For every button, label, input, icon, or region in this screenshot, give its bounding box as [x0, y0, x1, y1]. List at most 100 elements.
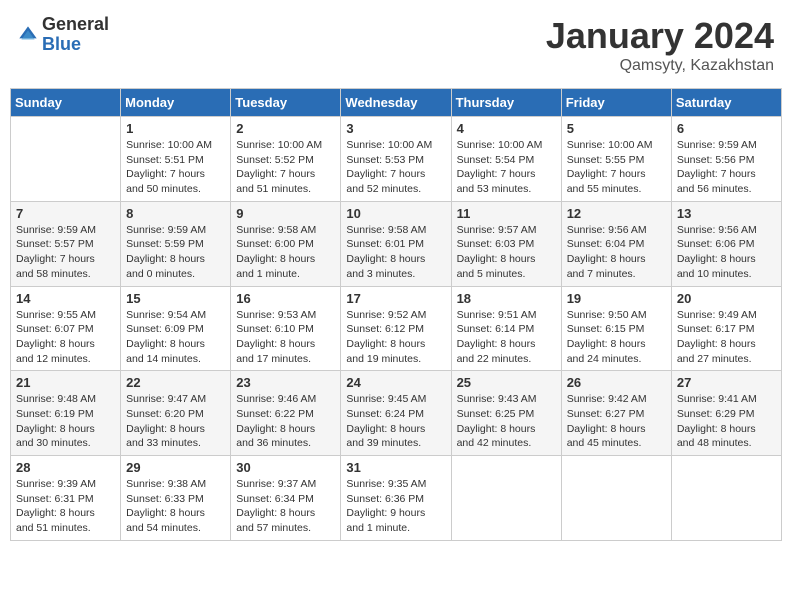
calendar-cell: 5 Sunrise: 10:00 AM Sunset: 5:55 PM Dayli… — [561, 117, 671, 202]
weekday-header: Monday — [121, 89, 231, 117]
day-info: Sunrise: 9:58 AM Sunset: 6:01 PM Dayligh… — [346, 223, 445, 282]
day-info: Sunrise: 9:41 AM Sunset: 6:29 PM Dayligh… — [677, 392, 776, 451]
calendar-cell: 18 Sunrise: 9:51 AM Sunset: 6:14 PM Dayli… — [451, 286, 561, 371]
day-info: Sunrise: 9:42 AM Sunset: 6:27 PM Dayligh… — [567, 392, 666, 451]
day-info: Sunrise: 9:47 AM Sunset: 6:20 PM Dayligh… — [126, 392, 225, 451]
calendar-week-row: 21 Sunrise: 9:48 AM Sunset: 6:19 PM Dayli… — [11, 371, 782, 456]
day-info: Sunrise: 9:35 AM Sunset: 6:36 PM Dayligh… — [346, 477, 445, 536]
day-number: 29 — [126, 460, 225, 475]
calendar-cell: 16 Sunrise: 9:53 AM Sunset: 6:10 PM Dayli… — [231, 286, 341, 371]
day-info: Sunrise: 9:43 AM Sunset: 6:25 PM Dayligh… — [457, 392, 556, 451]
calendar-cell: 27 Sunrise: 9:41 AM Sunset: 6:29 PM Dayli… — [671, 371, 781, 456]
day-number: 27 — [677, 375, 776, 390]
calendar-cell: 25 Sunrise: 9:43 AM Sunset: 6:25 PM Dayli… — [451, 371, 561, 456]
weekday-header: Thursday — [451, 89, 561, 117]
day-number: 17 — [346, 291, 445, 306]
calendar-cell: 3 Sunrise: 10:00 AM Sunset: 5:53 PM Dayli… — [341, 117, 451, 202]
day-info: Sunrise: 9:59 AM Sunset: 5:56 PM Dayligh… — [677, 138, 776, 197]
day-number: 8 — [126, 206, 225, 221]
day-number: 3 — [346, 121, 445, 136]
calendar-cell: 22Sunrise: 9:47 AM Sunset: 6:20 PM Dayli… — [121, 371, 231, 456]
day-number: 26 — [567, 375, 666, 390]
day-info: Sunrise: 9:58 AM Sunset: 6:00 PM Dayligh… — [236, 223, 335, 282]
day-number: 15 — [126, 291, 225, 306]
month-title: January 2024 — [546, 15, 774, 57]
calendar-week-row: 7 Sunrise: 9:59 AM Sunset: 5:57 PM Daylig… — [11, 201, 782, 286]
calendar-cell: 23Sunrise: 9:46 AM Sunset: 6:22 PM Dayli… — [231, 371, 341, 456]
day-number: 7 — [16, 206, 115, 221]
day-info: Sunrise: 9:50 AM Sunset: 6:15 PM Dayligh… — [567, 308, 666, 367]
calendar-cell: 12Sunrise: 9:56 AM Sunset: 6:04 PM Dayli… — [561, 201, 671, 286]
day-number: 14 — [16, 291, 115, 306]
day-number: 18 — [457, 291, 556, 306]
day-info: Sunrise: 10:00 AM Sunset: 5:51 PM Daylig… — [126, 138, 225, 197]
day-info: Sunrise: 10:00 AM Sunset: 5:52 PM Daylig… — [236, 138, 335, 197]
day-number: 25 — [457, 375, 556, 390]
weekday-header: Saturday — [671, 89, 781, 117]
day-number: 30 — [236, 460, 335, 475]
day-number: 23 — [236, 375, 335, 390]
day-info: Sunrise: 9:48 AM Sunset: 6:19 PM Dayligh… — [16, 392, 115, 451]
calendar-cell — [561, 456, 671, 541]
day-info: Sunrise: 9:59 AM Sunset: 5:59 PM Dayligh… — [126, 223, 225, 282]
day-number: 12 — [567, 206, 666, 221]
calendar-cell: 28Sunrise: 9:39 AM Sunset: 6:31 PM Dayli… — [11, 456, 121, 541]
day-info: Sunrise: 9:55 AM Sunset: 6:07 PM Dayligh… — [16, 308, 115, 367]
calendar-cell: 1 Sunrise: 10:00 AM Sunset: 5:51 PM Dayli… — [121, 117, 231, 202]
calendar-cell: 21 Sunrise: 9:48 AM Sunset: 6:19 PM Dayli… — [11, 371, 121, 456]
day-number: 5 — [567, 121, 666, 136]
day-info: Sunrise: 9:57 AM Sunset: 6:03 PM Dayligh… — [457, 223, 556, 282]
calendar-cell: 14 Sunrise: 9:55 AM Sunset: 6:07 PM Dayli… — [11, 286, 121, 371]
calendar-cell: 7 Sunrise: 9:59 AM Sunset: 5:57 PM Daylig… — [11, 201, 121, 286]
day-number: 9 — [236, 206, 335, 221]
day-number: 21 — [16, 375, 115, 390]
weekday-header: Tuesday — [231, 89, 341, 117]
day-number: 20 — [677, 291, 776, 306]
page-header: General Blue January 2024 Qamsyty, Kazak… — [10, 10, 782, 80]
location-subtitle: Qamsyty, Kazakhstan — [546, 57, 774, 75]
calendar-cell: 2 Sunrise: 10:00 AM Sunset: 5:52 PM Dayli… — [231, 117, 341, 202]
logo-text: General Blue — [42, 15, 109, 55]
weekday-header: Wednesday — [341, 89, 451, 117]
day-info: Sunrise: 10:00 AM Sunset: 5:53 PM Daylig… — [346, 138, 445, 197]
title-section: January 2024 Qamsyty, Kazakhstan — [546, 15, 774, 75]
day-number: 31 — [346, 460, 445, 475]
day-info: Sunrise: 10:00 AM Sunset: 5:54 PM Daylig… — [457, 138, 556, 197]
day-info: Sunrise: 9:49 AM Sunset: 6:17 PM Dayligh… — [677, 308, 776, 367]
calendar-cell: 4 Sunrise: 10:00 AM Sunset: 5:54 PM Dayli… — [451, 117, 561, 202]
calendar-cell: 17 Sunrise: 9:52 AM Sunset: 6:12 PM Dayli… — [341, 286, 451, 371]
day-info: Sunrise: 9:38 AM Sunset: 6:33 PM Dayligh… — [126, 477, 225, 536]
weekday-header: Friday — [561, 89, 671, 117]
logo-icon — [18, 25, 38, 45]
day-info: Sunrise: 9:59 AM Sunset: 5:57 PM Dayligh… — [16, 223, 115, 282]
day-number: 1 — [126, 121, 225, 136]
day-number: 16 — [236, 291, 335, 306]
calendar-week-row: 1 Sunrise: 10:00 AM Sunset: 5:51 PM Dayli… — [11, 117, 782, 202]
day-info: Sunrise: 9:37 AM Sunset: 6:34 PM Dayligh… — [236, 477, 335, 536]
day-number: 19 — [567, 291, 666, 306]
weekday-header: Sunday — [11, 89, 121, 117]
logo: General Blue — [18, 15, 109, 55]
calendar-cell: 9 Sunrise: 9:58 AM Sunset: 6:00 PM Daylig… — [231, 201, 341, 286]
day-number: 2 — [236, 121, 335, 136]
calendar-cell — [671, 456, 781, 541]
calendar-cell: 6Sunrise: 9:59 AM Sunset: 5:56 PM Daylig… — [671, 117, 781, 202]
calendar-cell: 29 Sunrise: 9:38 AM Sunset: 6:33 PM Dayli… — [121, 456, 231, 541]
day-info: Sunrise: 9:51 AM Sunset: 6:14 PM Dayligh… — [457, 308, 556, 367]
calendar-cell: 20 Sunrise: 9:49 AM Sunset: 6:17 PM Dayli… — [671, 286, 781, 371]
calendar-cell: 30 Sunrise: 9:37 AM Sunset: 6:34 PM Dayli… — [231, 456, 341, 541]
day-info: Sunrise: 9:52 AM Sunset: 6:12 PM Dayligh… — [346, 308, 445, 367]
calendar-header-row: SundayMondayTuesdayWednesdayThursdayFrid… — [11, 89, 782, 117]
day-number: 11 — [457, 206, 556, 221]
calendar-cell: 8 Sunrise: 9:59 AM Sunset: 5:59 PM Daylig… — [121, 201, 231, 286]
calendar-cell: 10Sunrise: 9:58 AM Sunset: 6:01 PM Dayli… — [341, 201, 451, 286]
day-info: Sunrise: 9:53 AM Sunset: 6:10 PM Dayligh… — [236, 308, 335, 367]
day-number: 4 — [457, 121, 556, 136]
calendar-table: SundayMondayTuesdayWednesdayThursdayFrid… — [10, 88, 782, 541]
day-info: Sunrise: 9:45 AM Sunset: 6:24 PM Dayligh… — [346, 392, 445, 451]
calendar-cell — [451, 456, 561, 541]
day-info: Sunrise: 9:56 AM Sunset: 6:06 PM Dayligh… — [677, 223, 776, 282]
day-number: 28 — [16, 460, 115, 475]
day-info: Sunrise: 10:00 AM Sunset: 5:55 PM Daylig… — [567, 138, 666, 197]
day-number: 24 — [346, 375, 445, 390]
